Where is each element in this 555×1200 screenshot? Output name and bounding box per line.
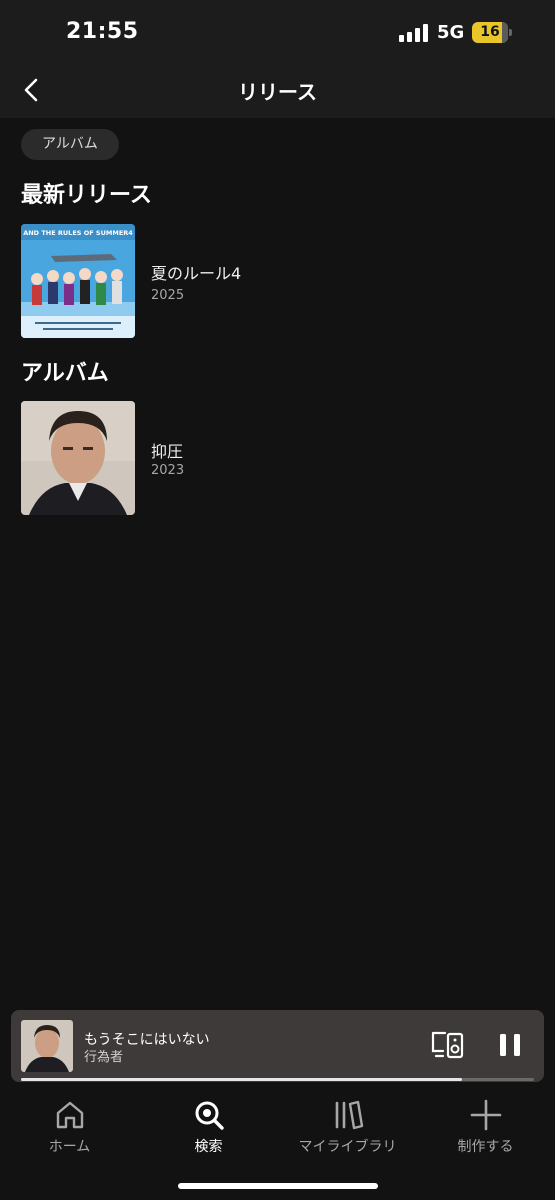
status-time: 21:55 bbox=[66, 19, 139, 44]
now-playing-artist: 行為者 bbox=[84, 1050, 124, 1065]
release-year: 2025 bbox=[151, 288, 185, 303]
nav-library-label: マイライブラリ bbox=[298, 1139, 397, 1155]
playback-progress[interactable] bbox=[21, 1078, 534, 1081]
page-title: リリース bbox=[238, 80, 317, 104]
signal-icon bbox=[399, 24, 429, 42]
battery-icon: 16 bbox=[472, 22, 512, 43]
playback-progress-fill bbox=[21, 1078, 463, 1081]
nav-create-label: 制作する bbox=[457, 1139, 514, 1155]
nav-home-label: ホーム bbox=[48, 1139, 91, 1155]
connect-device-button[interactable] bbox=[431, 1030, 465, 1060]
nav-create[interactable]: 制作する bbox=[416, 1098, 555, 1158]
plus-icon bbox=[470, 1099, 501, 1131]
album-cover-summer: AND THE RULES OF SUMMER4 bbox=[21, 224, 135, 338]
search-icon bbox=[195, 1101, 224, 1130]
nav-search[interactable]: 検索 bbox=[139, 1098, 278, 1158]
header: リリース bbox=[0, 64, 555, 118]
section-title-latest: 最新リリース bbox=[21, 183, 152, 208]
battery-level: 16 bbox=[480, 24, 500, 40]
nav-library[interactable]: マイライブラリ bbox=[278, 1098, 417, 1158]
section-title-albums: アルバム bbox=[21, 361, 109, 386]
network-type: 5G bbox=[437, 22, 465, 43]
speaker-device-icon bbox=[431, 1031, 464, 1059]
release-name: 抑圧 bbox=[151, 442, 184, 461]
release-item-latest[interactable]: AND THE RULES OF SUMMER4 夏のルール4 2025 bbox=[21, 224, 535, 338]
album-cover-portrait bbox=[21, 401, 135, 515]
pause-icon bbox=[500, 1034, 520, 1056]
home-icon bbox=[56, 1101, 83, 1129]
mini-player[interactable]: もうそこにはいない 行為者 bbox=[11, 1010, 544, 1082]
release-item-album[interactable]: 抑圧 2023 bbox=[21, 401, 535, 515]
pause-button[interactable] bbox=[495, 1029, 525, 1061]
library-icon bbox=[335, 1100, 363, 1130]
screen: 21:55 5G 16 リリース アルバム 最新リリース AND THE RUL… bbox=[0, 0, 555, 1200]
now-playing-artwork bbox=[21, 1020, 73, 1072]
status-bar: 21:55 5G 16 bbox=[0, 0, 555, 64]
filter-chip-album[interactable]: アルバム bbox=[21, 129, 119, 160]
release-year: 2023 bbox=[151, 463, 185, 478]
cover-text: AND THE RULES OF SUMMER4 bbox=[23, 229, 133, 237]
nav-home[interactable]: ホーム bbox=[0, 1098, 139, 1158]
home-indicator[interactable] bbox=[178, 1183, 378, 1189]
release-name: 夏のルール4 bbox=[151, 264, 242, 283]
nav-search-label: 検索 bbox=[194, 1139, 223, 1155]
